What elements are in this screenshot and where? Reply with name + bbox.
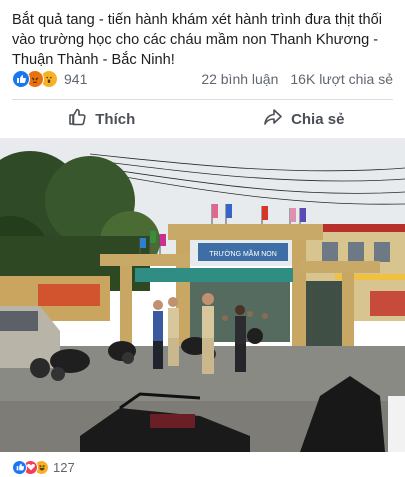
reaction-count[interactable]: 941 [64,71,87,87]
like-button-label: Thích [95,110,136,128]
comment-count[interactable]: 22 bình luận [201,71,278,87]
post-action-bar: Thích Chia sẻ [0,102,405,136]
post-caption: Bắt quả tang - tiến hành khám xét hành t… [12,12,382,68]
next-post-reaction-count[interactable]: 127 [53,460,75,475]
like-button[interactable]: Thích [0,107,203,131]
banner-right [370,291,405,316]
share-count[interactable]: 16K lượt chia sẻ [290,71,393,87]
post-photo[interactable]: TRƯỜNG MẦM NON [0,146,405,452]
share-button[interactable]: Chia sẻ [203,107,405,131]
post-stats-bar: 941 22 bình luận 16K lượt chia sẻ [12,68,393,90]
next-post-stats: 127 [12,458,75,476]
divider [12,99,393,100]
banner-left [38,284,100,306]
reaction-summary[interactable]: 941 [12,70,87,88]
like-icon [12,459,27,475]
share-arrow-icon [263,107,283,131]
post-separator [0,138,405,146]
share-button-label: Chia sẻ [291,110,345,128]
thumbs-up-icon [67,107,87,131]
like-icon [12,70,30,88]
